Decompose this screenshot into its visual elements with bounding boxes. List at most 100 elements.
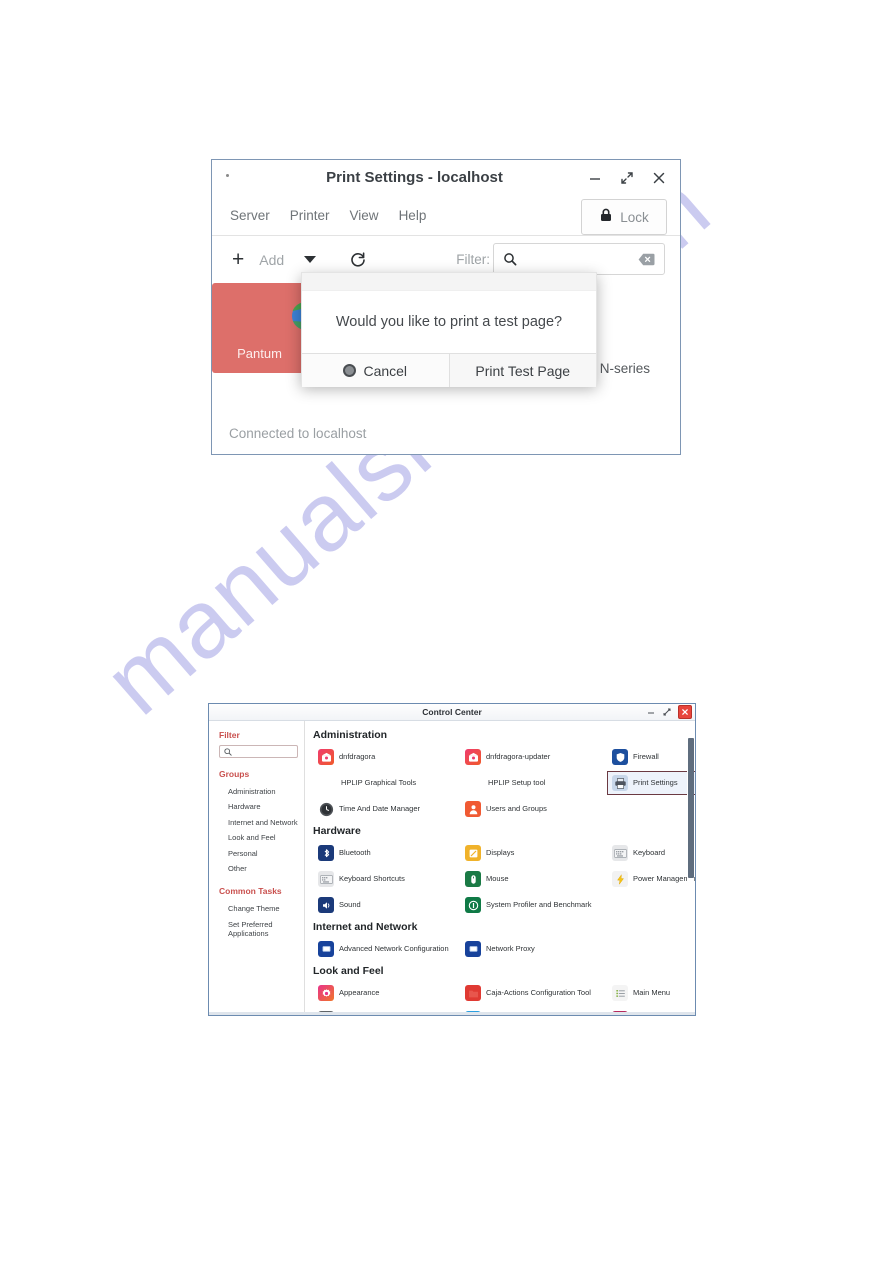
restore-icon[interactable] <box>662 707 672 717</box>
filter-label: Filter: <box>456 252 490 267</box>
cc-item-label: System Profiler and Benchmark <box>486 900 592 910</box>
print-settings-titlebar: Print Settings - localhost <box>212 160 680 195</box>
control-center-body: Filter Groups Administration Hardware In… <box>209 721 695 1015</box>
filter-search-box[interactable] <box>493 243 665 275</box>
search-icon <box>224 747 232 756</box>
dialog-header-strip <box>302 273 596 291</box>
dnfdragora-updater-icon <box>465 749 481 765</box>
dnfdragora-icon <box>318 749 334 765</box>
sidebar-group-look-and-feel[interactable]: Look and Feel <box>219 830 304 845</box>
cc-item-keyboard-shortcuts[interactable]: Keyboard Shortcuts <box>313 867 460 891</box>
firewall-shield-icon <box>612 749 628 765</box>
cc-item-caja-actions-configuration-tool[interactable]: Caja-Actions Configuration Tool <box>460 981 607 1005</box>
printer-tile-label: Pantum <box>237 346 282 361</box>
search-icon <box>503 252 517 266</box>
control-center-scrollbar[interactable] <box>687 738 694 1015</box>
cc-item-hplip-graphical-tools[interactable]: HPLIP Graphical Tools <box>313 771 460 795</box>
control-center-title: Control Center <box>422 707 482 717</box>
cc-item-label: dnfdragora-updater <box>486 752 551 762</box>
lock-button[interactable]: Lock <box>581 199 667 235</box>
cc-item-label: Appearance <box>339 988 380 998</box>
cc-item-label: Print Settings <box>633 778 678 788</box>
cc-item-network-proxy[interactable]: Network Proxy <box>460 937 607 961</box>
menu-server[interactable]: Server <box>230 208 270 223</box>
print-test-page-button[interactable]: Print Test Page <box>448 354 596 387</box>
cc-item-label: Network Proxy <box>486 944 535 954</box>
cc-item-dnfdragora[interactable]: dnfdragora <box>313 745 460 769</box>
cc-item-keyboard[interactable]: Keyboard <box>607 841 695 865</box>
cc-item-system-profiler-and-benchmark[interactable]: System Profiler and Benchmark <box>460 893 607 917</box>
sidebar-group-administration[interactable]: Administration <box>219 784 304 799</box>
keyboard-shortcuts-icon <box>318 871 334 887</box>
restore-icon[interactable] <box>619 170 635 186</box>
category-grid-internet-and-network: Advanced Network Configuration Network P… <box>313 937 695 961</box>
cc-item-power-management[interactable]: Power Management <box>607 867 695 891</box>
clear-icon[interactable] <box>638 253 655 266</box>
power-bolt-icon <box>612 871 628 887</box>
cc-item-label: Users and Groups <box>486 804 547 814</box>
network-icon <box>318 941 334 957</box>
lock-icon <box>599 207 613 228</box>
menu-help[interactable]: Help <box>399 208 427 223</box>
control-center-window-controls <box>646 705 692 719</box>
cc-item-advanced-network-configuration[interactable]: Advanced Network Configuration <box>313 937 460 961</box>
cc-item-sound[interactable]: Sound <box>313 893 460 917</box>
cc-item-users-and-groups[interactable]: Users and Groups <box>460 797 607 821</box>
bluetooth-icon <box>318 845 334 861</box>
mouse-cursor-indicator-icon <box>343 364 357 377</box>
sidebar-group-other[interactable]: Other <box>219 861 304 876</box>
grid-filler <box>607 937 695 961</box>
close-icon[interactable] <box>651 170 667 186</box>
category-grid-administration: dnfdragora dnfdragora-updater Firewall H… <box>313 745 695 821</box>
filter-search-input[interactable] <box>523 250 638 268</box>
sidebar-filter-box[interactable] <box>219 745 298 758</box>
chevron-down-icon[interactable] <box>304 256 317 263</box>
cc-item-label: HPLIP Graphical Tools <box>341 778 417 788</box>
menu-view[interactable]: View <box>350 208 379 223</box>
cc-item-time-and-date-manager[interactable]: Time And Date Manager <box>313 797 460 821</box>
cc-item-print-settings[interactable]: Print Settings <box>607 771 695 795</box>
cc-item-dnfdragora-updater[interactable]: dnfdragora-updater <box>460 745 607 769</box>
sidebar-group-personal[interactable]: Personal <box>219 846 304 861</box>
info-circle-icon <box>465 897 481 913</box>
sidebar-task-set-preferred-applications[interactable]: Set Preferred Applications <box>219 917 300 942</box>
scrollbar-thumb[interactable] <box>688 738 694 878</box>
cc-item-label: Firewall <box>633 752 659 762</box>
print-settings-title: Print Settings - localhost <box>326 169 503 186</box>
cc-item-bluetooth[interactable]: Bluetooth <box>313 841 460 865</box>
refresh-icon[interactable] <box>349 251 367 269</box>
network-proxy-icon <box>465 941 481 957</box>
cancel-button[interactable]: Cancel <box>302 354 449 387</box>
cc-item-label: Mouse <box>486 874 509 884</box>
main-menu-list-icon <box>612 985 628 1001</box>
filter-heading: Filter <box>219 730 240 740</box>
groups-heading: Groups <box>219 769 250 779</box>
print-test-page-button-label: Print Test Page <box>475 362 571 379</box>
cc-item-appearance[interactable]: Appearance <box>313 981 460 1005</box>
cc-item-displays[interactable]: Displays <box>460 841 607 865</box>
sidebar-filter-input[interactable] <box>232 747 297 756</box>
control-center-bottom-strip <box>209 1012 695 1015</box>
cc-item-firewall[interactable]: Firewall <box>607 745 695 769</box>
add-printer-plus-icon[interactable]: + <box>232 249 244 270</box>
print-test-page-dialog: Would you like to print a test page? Can… <box>301 272 597 387</box>
cc-item-hplip-setup-tool[interactable]: HPLIP Setup tool <box>460 771 607 795</box>
minimize-icon[interactable] <box>646 707 656 717</box>
minimize-icon[interactable] <box>587 170 603 186</box>
cc-item-main-menu[interactable]: Main Menu <box>607 981 695 1005</box>
add-button-label[interactable]: Add <box>259 252 284 268</box>
sidebar-task-change-theme[interactable]: Change Theme <box>219 901 304 916</box>
cc-item-mouse[interactable]: Mouse <box>460 867 607 891</box>
printer-model-suffix: N-series <box>599 361 650 376</box>
printer-icon <box>612 775 628 791</box>
grid-filler <box>607 893 695 917</box>
sidebar-group-internet-and-network[interactable]: Internet and Network <box>219 815 304 830</box>
category-title-internet-and-network: Internet and Network <box>313 921 418 933</box>
control-center-sidebar: Filter Groups Administration Hardware In… <box>209 721 305 1015</box>
menu-printer[interactable]: Printer <box>290 208 330 223</box>
close-icon[interactable] <box>678 705 692 719</box>
sidebar-group-hardware[interactable]: Hardware <box>219 799 304 814</box>
printer-tile-selected[interactable]: Pantum <box>212 283 307 373</box>
category-title-look-and-feel: Look and Feel <box>313 965 384 977</box>
